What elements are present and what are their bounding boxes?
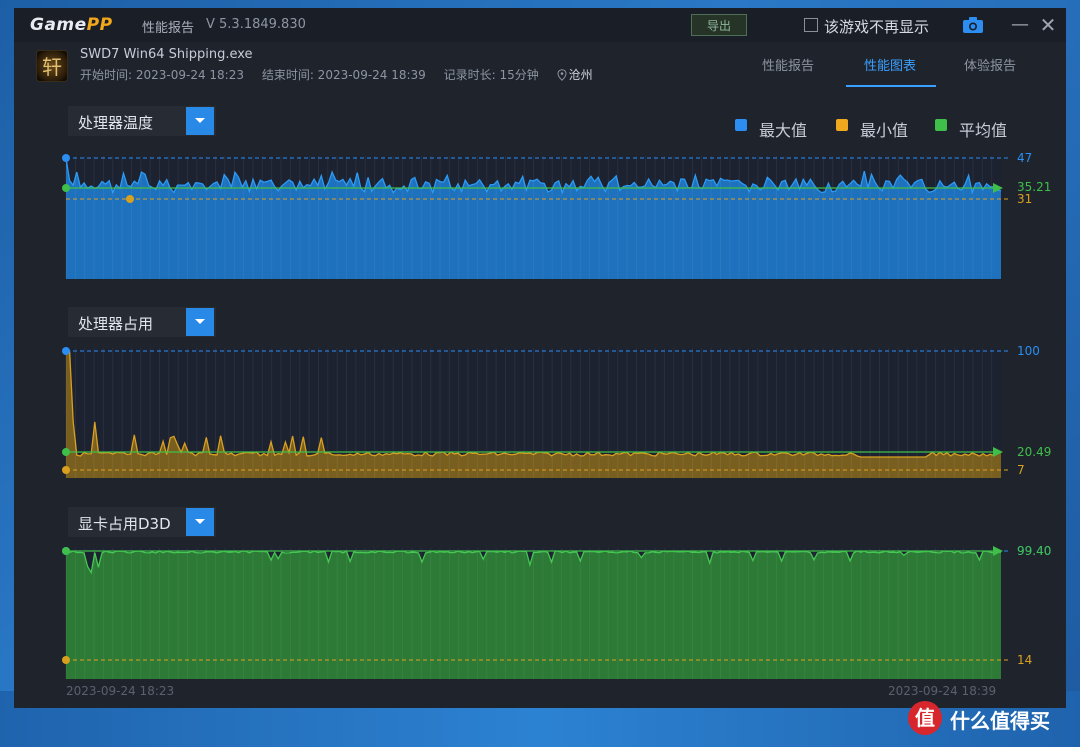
chart-cpu-temp-max-label: 47 <box>1017 151 1032 165</box>
chart-cpu-usage-avg-dot <box>62 448 70 456</box>
chart-cpu-usage-min-dot <box>62 466 70 474</box>
chart-gpu-d3d-min-label: 14 <box>1017 653 1032 667</box>
chart-gpu-d3d-min-dot <box>62 656 70 664</box>
chart-cpu-temp-max-dot <box>62 154 70 162</box>
chart-cpu-usage-max-label: 100 <box>1017 344 1040 358</box>
chart-gpu-d3d-avg-label: 99.40 <box>1017 544 1051 558</box>
chart-gpu-d3d-avg-dot <box>62 547 70 555</box>
charts-canvas: 4735.213110020.49799.4099.4014 <box>62 151 1051 679</box>
watermark-text: 什么值得买 <box>950 709 1050 733</box>
timeline-start: 2023-09-24 18:23 <box>66 684 175 698</box>
chart-cpu-temp-avg-dot <box>62 184 70 192</box>
timeline-end: 2023-09-24 18:39 <box>888 684 997 698</box>
chart-cpu-temp-min-label: 31 <box>1017 192 1032 206</box>
chart-cpu-temp-min-dot <box>126 195 134 203</box>
chart-cpu-usage-max-dot <box>62 347 70 355</box>
chart-cpu-usage-min-label: 7 <box>1017 463 1025 477</box>
chart-cpu-usage-avg-label: 20.49 <box>1017 445 1051 459</box>
watermark-logo: 值 <box>908 701 942 735</box>
gamepp-window: GamePP 性能报告 V 5.3.1849.830 导出 该游戏不再显示 — … <box>14 8 1066 708</box>
